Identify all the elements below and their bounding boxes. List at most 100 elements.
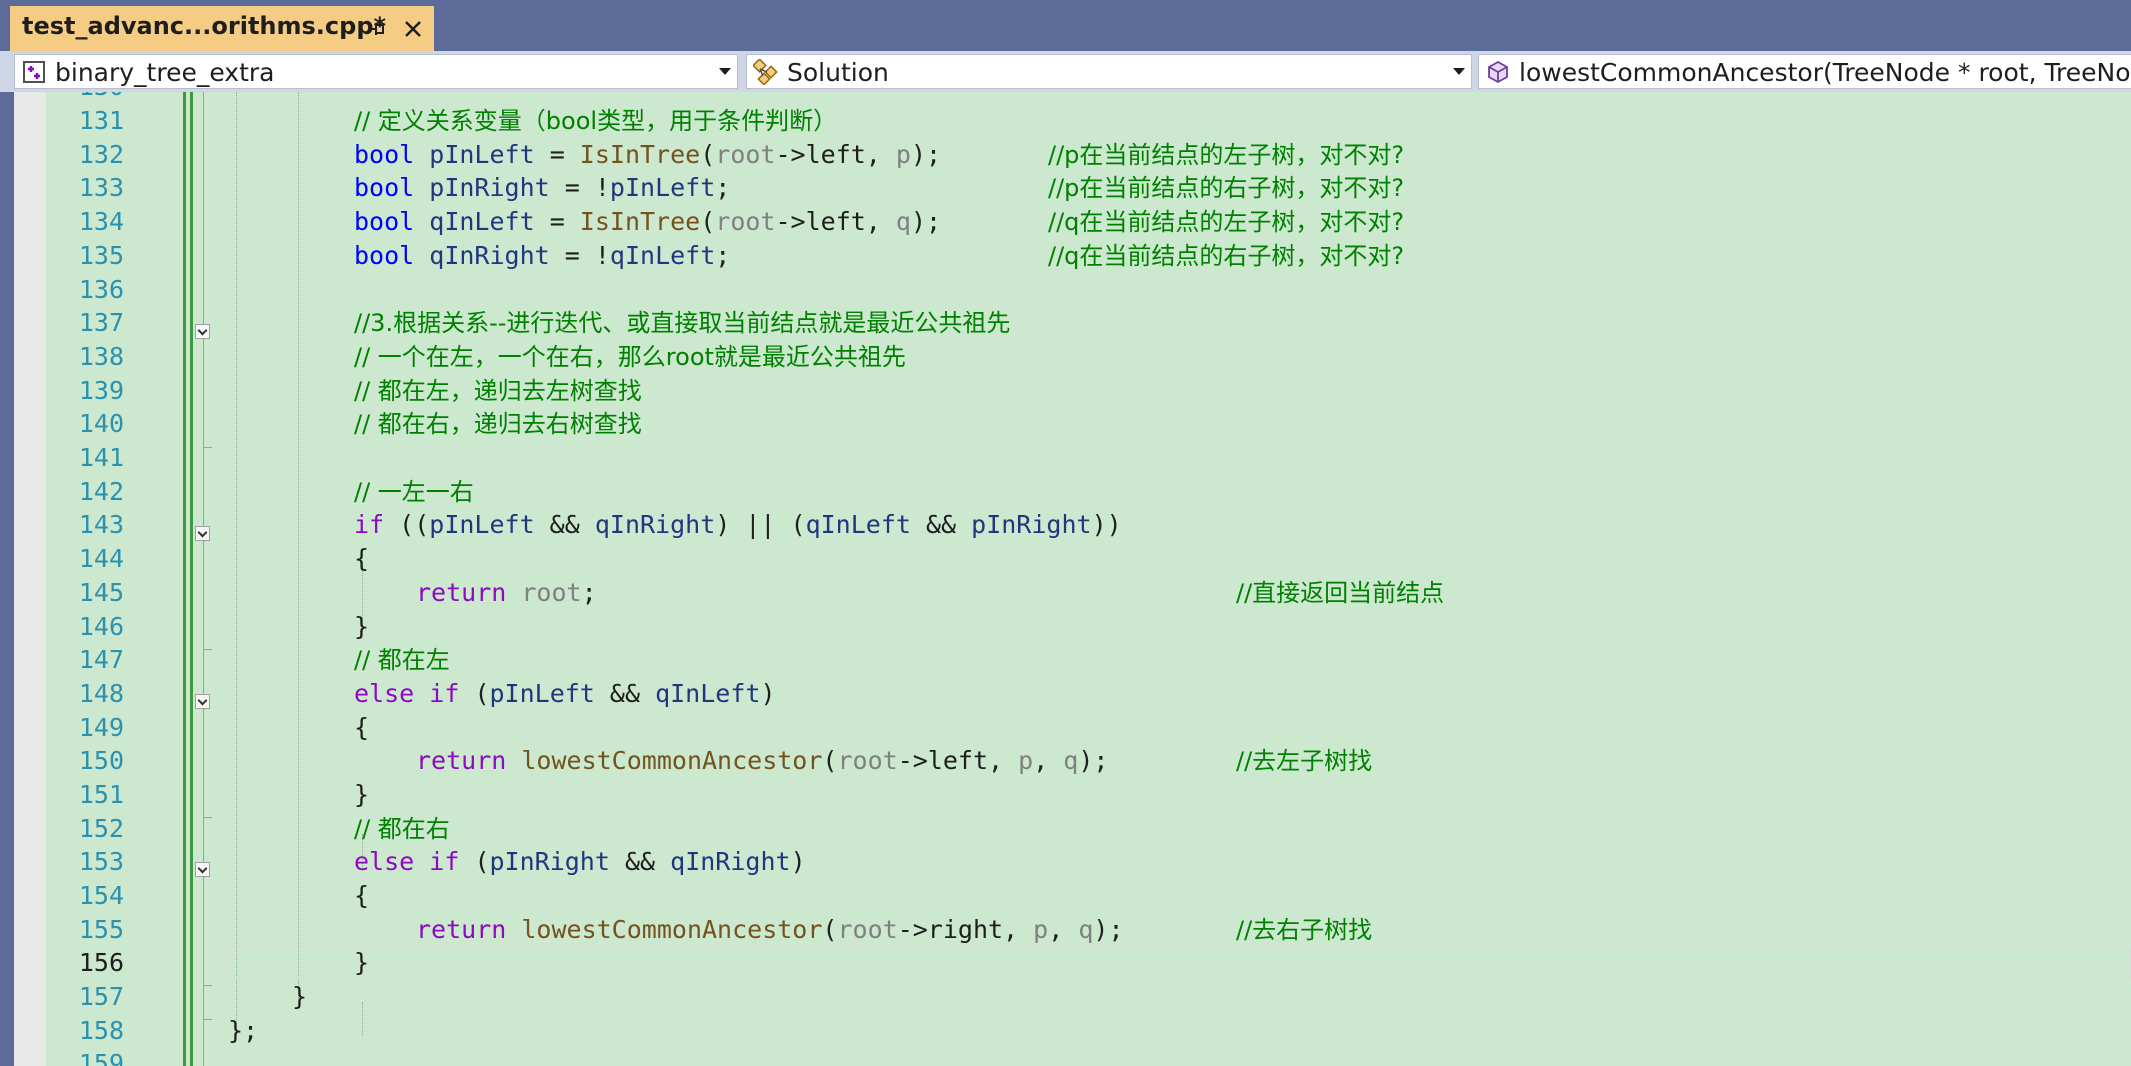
code-text: }	[354, 780, 370, 809]
code-text: {	[354, 544, 370, 573]
code-text: bool qInLeft = IsInTree(root->left, q);	[354, 207, 942, 236]
code-line: 134 bool qInLeft = IsInTree(root->left, …	[0, 205, 2131, 239]
code-line: 144 {	[0, 542, 2131, 576]
method-cube-icon	[1488, 60, 1508, 84]
code-text: else if (pInRight && qInRight)	[354, 847, 806, 876]
line-number: 152	[78, 814, 124, 843]
line-number: 150	[78, 746, 124, 775]
code-line: 149 {	[0, 711, 2131, 745]
class-icon	[753, 59, 778, 85]
code-line: 151 }	[0, 778, 2131, 812]
comment: // 一左一右	[354, 478, 474, 506]
document-tab-strip: test_advanc...orithms.cpp*	[0, 0, 2131, 51]
code-line: 135 bool qInRight = !qInLeft; //q在当前结点的右…	[0, 239, 2131, 273]
comment: //p在当前结点的右子树，对不对?	[1048, 174, 1405, 202]
line-number: 135	[78, 241, 124, 270]
tab-title: test_advanc...orithms.cpp*	[22, 12, 387, 40]
member-name: lowestCommonAncestor(TreeNode * root, Tr…	[1519, 58, 2131, 87]
code-line: 153 else if (pInRight && qInRight)	[0, 845, 2131, 879]
line-number: 130	[46, 92, 124, 104]
line-number: 153	[78, 847, 124, 876]
code-line: 132 bool pInLeft = IsInTree(root->left, …	[0, 138, 2131, 172]
code-line: 139 // 都在左，递归去左树查找	[0, 374, 2131, 408]
project-name: binary_tree_extra	[55, 58, 275, 87]
navigation-bar: binary_tree_extra Solution lowestCommonA…	[0, 51, 2131, 92]
comment: //q在当前结点的右子树，对不对?	[1048, 242, 1405, 270]
comment: // 一个在左，一个在右，那么root就是最近公共祖先	[354, 343, 906, 371]
line-number: 147	[78, 645, 124, 674]
code-line: 138 // 一个在左，一个在右，那么root就是最近公共祖先	[0, 340, 2131, 374]
code-text: };	[228, 1016, 259, 1045]
line-number: 140	[78, 409, 124, 438]
comment: //p在当前结点的左子树，对不对?	[1048, 141, 1405, 169]
line-number: 134	[78, 207, 124, 236]
member-dropdown[interactable]: lowestCommonAncestor(TreeNode * root, Tr…	[1478, 54, 2131, 89]
code-line: 157 }	[0, 980, 2131, 1014]
line-number: 157	[78, 982, 124, 1011]
line-number: 145	[78, 578, 124, 607]
line-number: 141	[78, 443, 124, 472]
line-number: 151	[78, 780, 124, 809]
code-line: 136	[0, 273, 2131, 307]
code-line: 159	[0, 1047, 2131, 1066]
line-number: 138	[78, 342, 124, 371]
scope-dropdown[interactable]: Solution	[746, 54, 1472, 89]
code-text: bool qInRight = !qInLeft;	[354, 241, 731, 270]
line-number: 136	[78, 275, 124, 304]
line-number: 154	[78, 881, 124, 910]
code-text: else if (pInLeft && qInLeft)	[354, 679, 776, 708]
line-number: 148	[78, 679, 124, 708]
code-line: 150 return lowestCommonAncestor(root->le…	[0, 744, 2131, 778]
code-line: 148 else if (pInLeft && qInLeft)	[0, 677, 2131, 711]
code-line: 142 // 一左一右	[0, 475, 2131, 509]
code-line: 146 }	[0, 610, 2131, 644]
project-dropdown[interactable]: binary_tree_extra	[14, 54, 738, 89]
code-line: 141	[0, 441, 2131, 475]
code-line: 158 };	[0, 1014, 2131, 1048]
code-line: 130	[0, 92, 2131, 104]
line-number: 158	[78, 1016, 124, 1045]
code-text: {	[354, 881, 370, 910]
chevron-down-icon	[719, 68, 731, 75]
code-line: 140 // 都在右，递归去右树查找	[0, 407, 2131, 441]
document-tab[interactable]: test_advanc...orithms.cpp*	[10, 6, 434, 51]
close-icon[interactable]	[402, 18, 424, 40]
code-text: return root;	[416, 578, 597, 607]
line-number: 131	[78, 106, 124, 135]
scope-name: Solution	[787, 58, 889, 87]
comment: //直接返回当前结点	[1236, 579, 1445, 607]
code-text: return lowestCommonAncestor(root->left, …	[416, 746, 1109, 775]
pin-icon[interactable]	[366, 18, 388, 40]
code-text: bool pInLeft = IsInTree(root->left, p);	[354, 140, 942, 169]
code-line: 152 // 都在右	[0, 812, 2131, 846]
comment: // 都在左	[354, 646, 450, 674]
comment: // 定义关系变量（bool类型，用于条件判断）	[354, 107, 838, 135]
code-line: 147 // 都在左	[0, 643, 2131, 677]
line-number: 132	[78, 140, 124, 169]
comment: // 都在右	[354, 815, 450, 843]
line-number: 155	[78, 915, 124, 944]
code-line: 145 return root; //直接返回当前结点	[0, 576, 2131, 610]
line-number: 139	[78, 376, 124, 405]
cpp-project-icon	[23, 61, 45, 83]
line-number: 133	[78, 173, 124, 202]
line-number: 156	[78, 948, 124, 977]
line-number: 137	[78, 308, 124, 337]
code-text: bool pInRight = !pInLeft;	[354, 173, 731, 202]
line-number: 142	[78, 477, 124, 506]
comment: //去右子树找	[1236, 916, 1373, 944]
line-number: 146	[78, 612, 124, 641]
current-line: 156 }	[0, 946, 2131, 980]
line-number: 143	[78, 510, 124, 539]
line-number: 144	[78, 544, 124, 573]
comment: //3.根据关系--进行迭代、或直接取当前结点就是最近公共祖先	[354, 309, 1011, 337]
code-line: 131 // 定义关系变量（bool类型，用于条件判断）	[0, 104, 2131, 138]
chevron-down-icon	[1453, 68, 1465, 75]
code-editor[interactable]: 130 131 // 定义关系变量（bool类型，用于条件判断） 132 boo…	[0, 92, 2131, 1066]
code-line: 143 if ((pInLeft && qInRight) || (qInLef…	[0, 508, 2131, 542]
code-line: 133 bool pInRight = !pInLeft; //p在当前结点的右…	[0, 171, 2131, 205]
code-text: }	[354, 612, 370, 641]
code-text: {	[354, 713, 370, 742]
current-line-highlight	[226, 946, 2131, 978]
code-line: 137 //3.根据关系--进行迭代、或直接取当前结点就是最近公共祖先	[0, 306, 2131, 340]
